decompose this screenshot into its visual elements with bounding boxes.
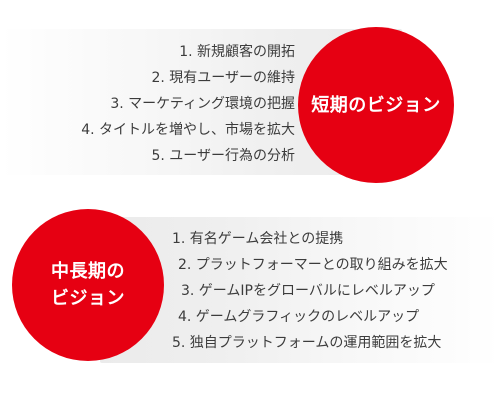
mid-long-term-item-4: 4. ゲームグラフィックのレベルアップ xyxy=(178,309,420,325)
short-term-list: 1. 新規顧客の開拓 2. 現有ユーザーの維持 3. マーケティング環境の把握 … xyxy=(81,39,295,169)
short-term-item-5: 5. ユーザー行為の分析 xyxy=(151,148,295,164)
short-term-vision-badge: 短期のビジョン xyxy=(298,27,454,183)
short-term-item-1: 1. 新規顧客の開拓 xyxy=(179,44,295,60)
mid-long-term-title-line-2: ビジョン xyxy=(51,288,125,309)
short-term-item-3: 3. マーケティング環境の把握 xyxy=(110,96,295,112)
mid-long-term-item-3: 3. ゲームIPをグローバルにレベルアップ xyxy=(181,283,435,299)
short-term-title: 短期のビジョン xyxy=(311,94,441,116)
mid-long-term-item-2: 2. プラットフォーマーとの取り組みを拡大 xyxy=(178,257,448,273)
mid-long-term-title: 中長期の ビジョン xyxy=(51,258,125,312)
short-term-item-2: 2. 現有ユーザーの維持 xyxy=(151,70,295,86)
mid-long-term-item-1: 1. 有名ゲーム会社との提携 xyxy=(172,231,344,247)
mid-long-term-vision-badge: 中長期の ビジョン xyxy=(12,209,164,361)
mid-long-term-item-5: 5. 独自プラットフォームの運用範囲を拡大 xyxy=(172,335,442,351)
mid-long-term-title-line-1: 中長期の xyxy=(51,261,125,282)
short-term-item-4: 4. タイトルを増やし、市場を拡大 xyxy=(81,122,295,138)
mid-long-term-list: 1. 有名ゲーム会社との提携 2. プラットフォーマーとの取り組みを拡大 3. … xyxy=(172,226,448,356)
